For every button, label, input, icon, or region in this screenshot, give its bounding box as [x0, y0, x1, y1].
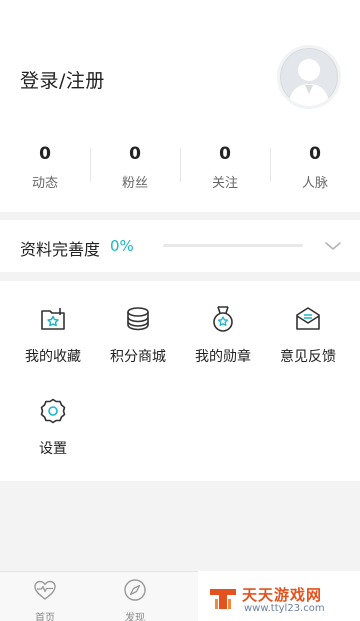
heart-pulse-icon: [34, 580, 56, 600]
stat-label: 人脉: [301, 176, 328, 191]
login-register-link[interactable]: 登录/注册: [20, 66, 105, 93]
menu-item-favorites[interactable]: 我的收藏: [8, 281, 98, 365]
stat-value: 0: [39, 144, 51, 164]
completeness-label: 资料完善度: [20, 240, 101, 259]
stat-followers[interactable]: 0 粉丝: [90, 138, 180, 198]
site-watermark: 天天游戏网 www.ttyl23.com: [198, 571, 360, 621]
menu-item-medals[interactable]: 我的勋章: [178, 281, 268, 365]
folder-star-icon: [41, 308, 65, 330]
stat-connections[interactable]: 0 人脉: [270, 138, 360, 198]
chevron-down-icon[interactable]: [323, 236, 343, 256]
completeness-progress-bar: [163, 244, 303, 247]
menu-item-settings[interactable]: 设置: [8, 373, 98, 457]
default-avatar-icon: [288, 59, 330, 106]
medal-icon: [213, 306, 233, 332]
stat-posts[interactable]: 0 动态: [0, 138, 90, 198]
compass-icon: [124, 579, 146, 601]
tab-discover[interactable]: 发现: [90, 572, 180, 621]
menu-item-label: 设置: [39, 441, 67, 457]
tab-label: 首页: [35, 613, 55, 621]
stat-following[interactable]: 0 关注: [180, 138, 270, 198]
coin-stack-icon: [127, 307, 149, 331]
menu-item-label: 我的勋章: [195, 349, 251, 365]
stats-row: 0 动态 0 粉丝 0 关注 0 人脉: [0, 138, 360, 198]
completeness-percent: 0%: [110, 237, 134, 255]
menu-item-label: 积分商城: [110, 349, 166, 365]
stat-label: 动态: [31, 176, 58, 191]
menu-item-label: 意见反馈: [280, 349, 336, 365]
profile-card: 登录/注册 0 动态 0 粉丝 0 关注 0 人脉: [0, 0, 360, 212]
stat-value: 0: [309, 144, 321, 164]
menu-item-label: 我的收藏: [25, 349, 81, 365]
stat-value: 0: [219, 144, 231, 164]
watermark-logo-icon: [210, 589, 236, 609]
stat-label: 粉丝: [121, 176, 148, 191]
profile-completeness-row[interactable]: 资料完善度 0%: [0, 220, 360, 272]
envelope-icon: [296, 307, 320, 330]
menu-item-points-mall[interactable]: 积分商城: [93, 281, 183, 365]
tab-label: 发现: [125, 613, 145, 621]
stat-value: 0: [129, 144, 141, 164]
tab-home[interactable]: 首页: [0, 572, 90, 621]
menu-item-feedback[interactable]: 意见反馈: [263, 281, 353, 365]
stat-label: 关注: [211, 176, 238, 191]
gear-icon: [40, 398, 66, 424]
watermark-title: 天天游戏网: [242, 586, 323, 604]
watermark-url: www.ttyl23.com: [244, 603, 325, 614]
avatar[interactable]: [277, 45, 341, 109]
feature-menu: 我的收藏 积分商城 我的勋章 意见反馈 设置: [0, 281, 360, 481]
